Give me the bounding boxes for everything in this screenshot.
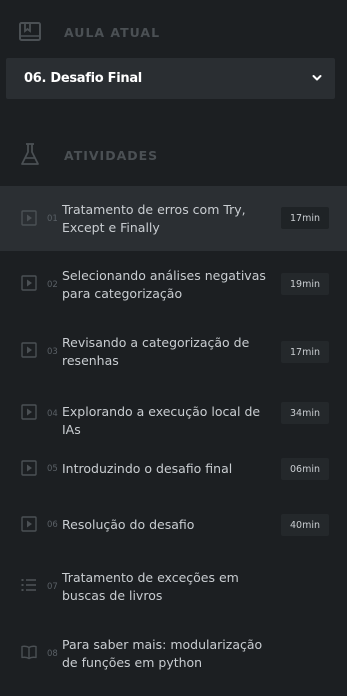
activity-number: 05 <box>47 464 58 474</box>
activity-number: 07 <box>47 582 58 592</box>
activity-item-01[interactable]: 01 Tratamento de erros com Try, Except e… <box>0 186 347 251</box>
activity-title: Para saber mais: modularização de funçõe… <box>62 637 263 670</box>
video-icon <box>21 275 37 291</box>
chevron-down-icon <box>312 75 322 81</box>
video-icon <box>21 342 37 358</box>
activity-number: 04 <box>47 409 58 419</box>
duration-badge: 06min <box>281 458 329 480</box>
activities-header: ATIVIDADES <box>0 140 347 170</box>
duration-badge: 19min <box>281 273 329 295</box>
current-lesson-label: AULA ATUAL <box>64 24 161 40</box>
video-icon <box>21 460 37 476</box>
current-lesson-header: AULA ATUAL <box>0 17 347 47</box>
activity-number: 03 <box>47 347 58 357</box>
activity-title: Resolução do desafio <box>62 517 195 532</box>
lesson-select[interactable]: 06. Desafio Final <box>6 58 335 99</box>
open-book-icon <box>19 22 41 41</box>
book-icon <box>21 645 37 660</box>
activity-title: Tratamento de erros com Try, Except e Fi… <box>62 202 246 235</box>
activity-title: Selecionando análises negativas para cat… <box>62 268 266 301</box>
video-icon <box>21 516 37 532</box>
activity-item-04[interactable]: 04 Explorando a execução local de IAs 34… <box>0 387 347 439</box>
activity-item-03[interactable]: 03 Revisando a categorização de resenhas… <box>0 320 347 385</box>
activity-item-02[interactable]: 02 Selecionando análises negativas para … <box>0 253 347 318</box>
list-icon <box>21 579 36 591</box>
activity-title: Revisando a categorização de resenhas <box>62 335 250 368</box>
duration-badge: 40min <box>281 514 329 536</box>
activity-number: 02 <box>47 280 58 290</box>
duration-badge: 17min <box>281 207 329 229</box>
video-icon <box>21 404 37 420</box>
activity-item-08[interactable]: 08 Para saber mais: modularização de fun… <box>0 622 347 687</box>
activity-item-07[interactable]: 07 Tratamento de exceções em buscas de l… <box>0 555 347 620</box>
activity-item-06[interactable]: 06 Resolução do desafio 40min <box>0 499 347 551</box>
activity-item-05[interactable]: 05 Introduzindo o desafio final 06min <box>0 443 347 495</box>
activity-title: Tratamento de exceções em buscas de livr… <box>62 570 239 603</box>
activity-number: 01 <box>47 214 58 224</box>
activity-title: Explorando a execução local de IAs <box>62 404 261 437</box>
duration-badge: 17min <box>281 341 329 363</box>
lesson-select-value: 06. Desafio Final <box>24 71 142 86</box>
activity-number: 08 <box>47 649 58 659</box>
video-icon <box>21 210 37 226</box>
activity-title: Introduzindo o desafio final <box>62 461 233 476</box>
activity-number: 06 <box>47 520 58 530</box>
flask-icon <box>21 143 39 165</box>
duration-badge: 34min <box>281 402 329 424</box>
activities-label: ATIVIDADES <box>64 147 159 163</box>
